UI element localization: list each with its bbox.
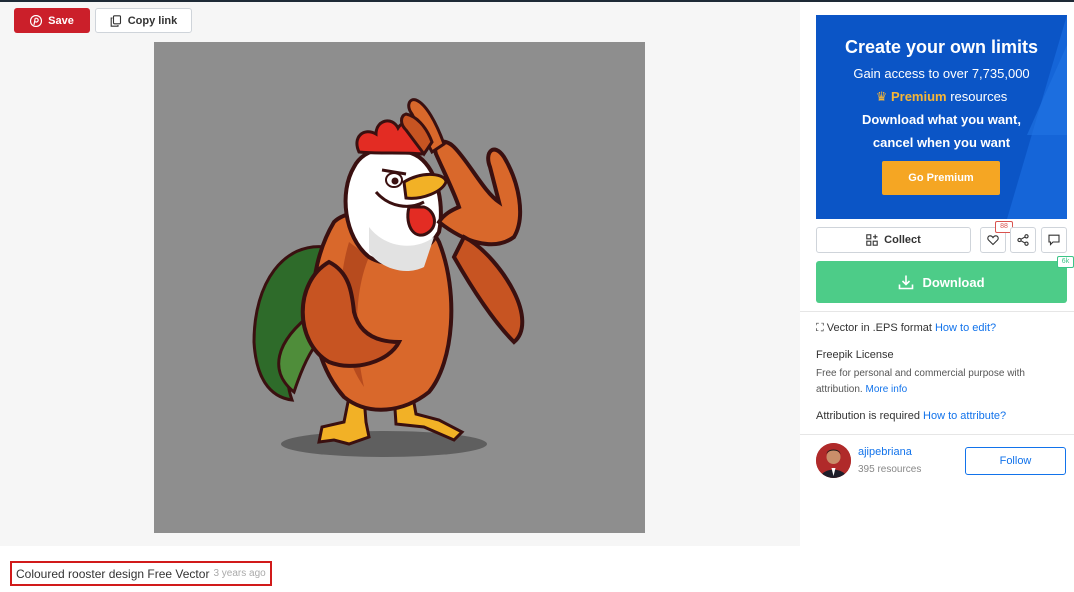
download-label: Download — [922, 274, 985, 290]
collection-icon — [866, 234, 878, 246]
divider — [800, 311, 1074, 312]
resource-title-box: Coloured rooster design Free Vector 3 ye… — [10, 561, 272, 586]
promo-cancel-line: cancel when you want — [872, 135, 1011, 150]
heart-icon — [987, 235, 999, 246]
copy-link-label: Copy link — [127, 14, 178, 27]
resource-preview-image[interactable] — [154, 42, 645, 533]
file-format-text: Vector in .EPS format — [826, 322, 932, 334]
promo-download-line: Download what you want, — [862, 112, 1021, 127]
avatar-portrait — [816, 443, 851, 478]
promo-resources-word: resources — [946, 89, 1008, 104]
resource-sidebar: Create your own limits Gain access to ov… — [800, 2, 1074, 546]
avatar[interactable] — [816, 443, 851, 478]
collect-button[interactable]: Collect — [816, 227, 971, 253]
copy-link-button[interactable]: Copy link — [95, 8, 192, 33]
promo-premium-line: ♛ Premium resources — [816, 89, 1067, 105]
author-card: ajipebriana 395 resources Follow — [816, 443, 1067, 479]
download-icon — [899, 275, 914, 290]
comment-icon — [1048, 234, 1060, 246]
author-resources-count: 395 resources — [858, 464, 922, 475]
pinterest-save-button[interactable]: Save — [14, 8, 90, 33]
vector-format-icon: ⛶ — [816, 322, 824, 334]
file-format-row: ⛶ Vector in .EPS format How to edit? — [816, 322, 996, 335]
rooster-illustration — [252, 98, 525, 457]
promo-resource-count: Gain access to over 7,735,000 — [853, 66, 1030, 81]
how-to-edit-link[interactable]: How to edit? — [935, 322, 996, 334]
license-desc-text: Free for personal and commercial purpose… — [816, 368, 1025, 395]
attribution-row: Attribution is required How to attribute… — [816, 410, 1006, 422]
save-label: Save — [48, 14, 74, 27]
pinterest-icon — [30, 14, 43, 27]
go-premium-button[interactable]: Go Premium — [882, 161, 1000, 195]
how-to-attribute-link[interactable]: How to attribute? — [923, 410, 1006, 422]
premium-word: Premium — [890, 89, 947, 104]
copy-icon — [110, 14, 121, 27]
promo-title: Create your own limits — [844, 37, 1039, 57]
share-icon — [1017, 234, 1029, 246]
resource-title: Coloured rooster design Free Vector — [16, 566, 210, 581]
comment-button[interactable] — [1041, 227, 1067, 253]
download-button[interactable]: Download — [816, 261, 1067, 303]
attribution-text: Attribution is required — [816, 410, 920, 422]
collect-label: Collect — [884, 234, 921, 246]
more-info-link[interactable]: More info — [865, 384, 907, 395]
download-count-badge: 6k — [1057, 256, 1074, 268]
crown-icon: ♛ — [875, 89, 888, 104]
license-description: Free for personal and commercial purpose… — [816, 366, 1046, 398]
resource-age: 3 years ago — [213, 568, 266, 579]
author-name-link[interactable]: ajipebriana — [858, 446, 912, 458]
license-title: Freepik License — [816, 349, 894, 361]
follow-button[interactable]: Follow — [965, 447, 1066, 475]
divider — [800, 434, 1074, 435]
resource-actions: Collect 88 — [816, 221, 1067, 253]
share-button[interactable] — [1010, 227, 1036, 253]
premium-promo-banner: Create your own limits Gain access to ov… — [816, 15, 1067, 219]
